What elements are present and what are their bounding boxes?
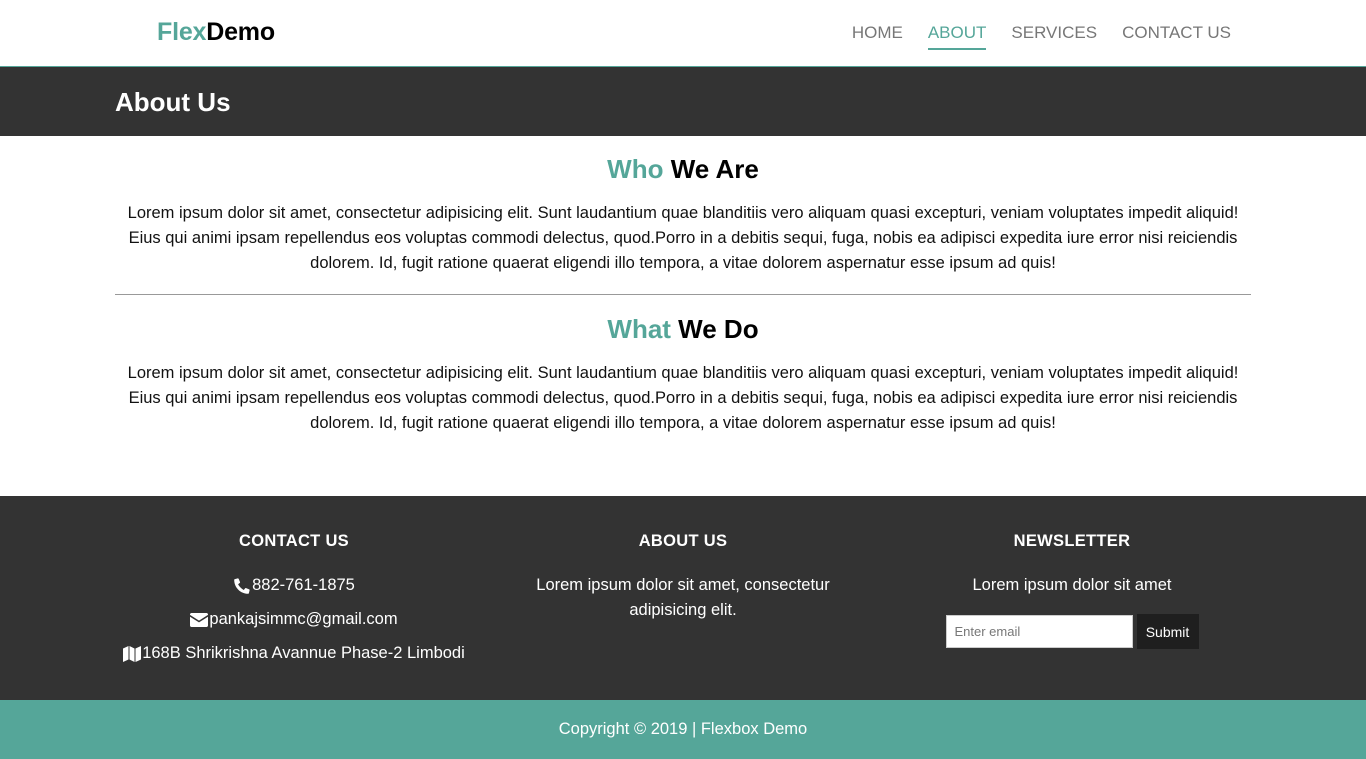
section-title-rest: We Are	[663, 154, 759, 184]
footer-phone-text: 882-761-1875	[252, 576, 355, 594]
page-title: About Us	[115, 87, 231, 117]
section-title: What We Do	[115, 314, 1251, 344]
main-content: Who We Are Lorem ipsum dolor sit amet, c…	[115, 136, 1251, 436]
footer-about-text: Lorem ipsum dolor sit amet, consectetur …	[536, 576, 830, 619]
section-body: Lorem ipsum dolor sit amet, consectetur …	[127, 364, 1239, 432]
section-title-accent: What	[607, 314, 671, 344]
footer-contact-heading: CONTACT US	[239, 532, 349, 550]
newsletter-submit-button[interactable]: Submit	[1136, 614, 1199, 649]
page-header: About Us	[0, 67, 1366, 136]
nav-about-link[interactable]: ABOUT	[927, 23, 987, 50]
map-icon	[123, 645, 142, 662]
section-title: Who We Are	[115, 154, 1251, 184]
footer-email-text: pankajsimmc@gmail.com	[209, 610, 398, 628]
nav-home-link[interactable]: HOME	[852, 23, 903, 50]
footer: CONTACT US 882-761-1875 pankajsimmc@gmai…	[0, 496, 1366, 700]
main-nav: HOME ABOUT SERVICES CONTACT US	[852, 23, 1231, 50]
section-title-accent: Who	[607, 154, 664, 184]
nav-services-link[interactable]: SERVICES	[1011, 23, 1097, 50]
phone-icon	[233, 577, 251, 594]
footer-contact-column: CONTACT US 882-761-1875 pankajsimmc@gmai…	[99, 532, 489, 675]
copyright-bar: Copyright © 2019 | Flexbox Demo	[0, 700, 1366, 759]
brand-logo[interactable]: FlexDemo	[157, 18, 275, 47]
newsletter-email-input[interactable]	[945, 615, 1133, 648]
footer-phone: 882-761-1875	[99, 573, 489, 598]
section-divider	[115, 294, 1251, 295]
footer-address: 168B Shrikrishna Avannue Phase-2 Limbodi	[99, 641, 489, 666]
section-body: Lorem ipsum dolor sit amet, consectetur …	[127, 204, 1239, 272]
copyright-text: Copyright © 2019 | Flexbox Demo	[558, 720, 808, 738]
footer-email: pankajsimmc@gmail.com	[99, 607, 489, 632]
what-we-do-section: What We Do Lorem ipsum dolor sit amet, c…	[115, 314, 1251, 436]
who-we-are-section: Who We Are Lorem ipsum dolor sit amet, c…	[115, 154, 1251, 276]
section-title-rest: We Do	[670, 314, 759, 344]
newsletter-form: Submit	[877, 614, 1267, 649]
footer-address-text: 168B Shrikrishna Avannue Phase-2 Limbodi	[142, 644, 465, 662]
footer-newsletter-column: NEWSLETTER Lorem ipsum dolor sit amet Su…	[877, 532, 1267, 649]
footer-newsletter-heading: NEWSLETTER	[1013, 532, 1131, 550]
brand-logo-rest: Demo	[206, 18, 275, 46]
brand-logo-accent: Flex	[157, 18, 207, 46]
envelope-icon	[190, 612, 209, 628]
navbar: FlexDemo HOME ABOUT SERVICES CONTACT US	[0, 0, 1366, 67]
footer-about-heading: ABOUT US	[638, 532, 728, 550]
nav-contact-link[interactable]: CONTACT US	[1122, 23, 1231, 50]
footer-newsletter-text: Lorem ipsum dolor sit amet	[972, 576, 1172, 594]
footer-about-column: ABOUT US Lorem ipsum dolor sit amet, con…	[488, 532, 878, 623]
